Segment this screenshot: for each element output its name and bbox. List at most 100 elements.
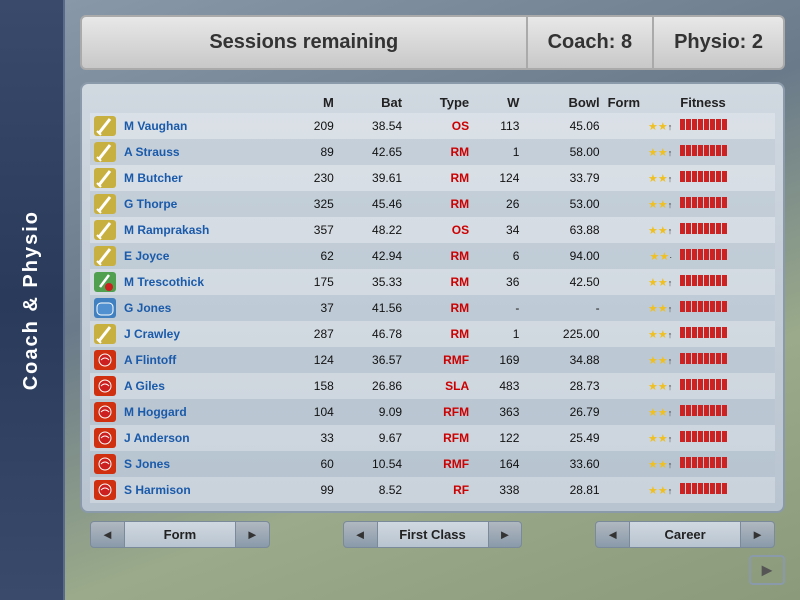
player-bat: 42.65 — [338, 139, 406, 165]
player-w: 113 — [473, 113, 523, 139]
player-type: RF — [406, 477, 473, 503]
player-w: 483 — [473, 373, 523, 399]
player-form: ★★· — [604, 243, 677, 269]
player-type: RMF — [406, 451, 473, 477]
player-fitness — [676, 477, 775, 503]
player-w: 338 — [473, 477, 523, 503]
player-type: RFM — [406, 399, 473, 425]
table-row[interactable]: M Ramprakash35748.22OS3463.88★★↑ — [90, 217, 775, 243]
table-row[interactable]: S Jones6010.54RMF16433.60★★↑ — [90, 451, 775, 477]
player-form: ★★↑ — [604, 425, 677, 451]
player-form: ★★↑ — [604, 269, 677, 295]
table-row[interactable]: A Flintoff12436.57RMF16934.88★★↑ — [90, 347, 775, 373]
table-row[interactable]: G Jones3741.56RM--★★↑ — [90, 295, 775, 321]
player-name: M Trescothick — [120, 269, 288, 295]
form-label: Form — [125, 521, 235, 548]
career-label: Career — [630, 521, 740, 548]
player-bat: 36.57 — [338, 347, 406, 373]
player-name: J Anderson — [120, 425, 288, 451]
player-type: RM — [406, 243, 473, 269]
player-m: 89 — [288, 139, 338, 165]
player-bowl: 33.79 — [523, 165, 603, 191]
player-type: RM — [406, 295, 473, 321]
player-w: 122 — [473, 425, 523, 451]
player-bowl: 58.00 — [523, 139, 603, 165]
table-row[interactable]: M Trescothick17535.33RM3642.50★★↑ — [90, 269, 775, 295]
col-w: W — [473, 92, 523, 113]
player-bowl: - — [523, 295, 603, 321]
next-arrow-button[interactable]: ► — [749, 555, 785, 585]
player-fitness — [676, 451, 775, 477]
career-prev-button[interactable]: ◄ — [595, 521, 630, 548]
first-class-prev-button[interactable]: ◄ — [343, 521, 378, 548]
table-row[interactable]: A Giles15826.86SLA48328.73★★↑ — [90, 373, 775, 399]
player-icon-cell — [90, 347, 120, 373]
table-row[interactable]: M Butcher23039.61RM12433.79★★↑ — [90, 165, 775, 191]
player-fitness — [676, 269, 775, 295]
player-fitness — [676, 217, 775, 243]
player-icon-cell — [90, 425, 120, 451]
player-fitness — [676, 191, 775, 217]
table-row[interactable]: M Vaughan20938.54OS11345.06★★↑ — [90, 113, 775, 139]
player-bat: 48.22 — [338, 217, 406, 243]
physio-sessions: Physio: 2 — [654, 15, 785, 70]
table-row[interactable]: E Joyce6242.94RM694.00★★· — [90, 243, 775, 269]
player-form: ★★↑ — [604, 399, 677, 425]
player-bowl: 42.50 — [523, 269, 603, 295]
table-row[interactable]: A Strauss8942.65RM158.00★★↑ — [90, 139, 775, 165]
player-bowl: 26.79 — [523, 399, 603, 425]
player-bat: 35.33 — [338, 269, 406, 295]
main-content: Sessions remaining Coach: 8 Physio: 2 M … — [65, 0, 800, 600]
player-bowl: 25.49 — [523, 425, 603, 451]
player-fitness — [676, 321, 775, 347]
form-next-button[interactable]: ► — [235, 521, 270, 548]
player-m: 325 — [288, 191, 338, 217]
player-name: J Crawley — [120, 321, 288, 347]
player-w: 124 — [473, 165, 523, 191]
player-m: 62 — [288, 243, 338, 269]
nav-form: ◄ Form ► — [90, 521, 270, 548]
player-fitness — [676, 399, 775, 425]
player-name: S Jones — [120, 451, 288, 477]
player-w: 169 — [473, 347, 523, 373]
table-row[interactable]: G Thorpe32545.46RM2653.00★★↑ — [90, 191, 775, 217]
player-icon-cell — [90, 139, 120, 165]
player-w: 1 — [473, 139, 523, 165]
sidebar-title: Coach & Physio — [20, 210, 43, 390]
player-bowl: 28.73 — [523, 373, 603, 399]
player-form: ★★↑ — [604, 451, 677, 477]
career-next-button[interactable]: ► — [740, 521, 775, 548]
nav-career: ◄ Career ► — [595, 521, 775, 548]
player-icon-cell — [90, 399, 120, 425]
player-table-body: M Vaughan20938.54OS11345.06★★↑A Strauss8… — [90, 113, 775, 503]
player-m: 209 — [288, 113, 338, 139]
player-m: 124 — [288, 347, 338, 373]
col-type: Type — [406, 92, 473, 113]
player-icon-cell — [90, 451, 120, 477]
player-table: M Bat Type W Bowl Form Fitness M Vaughan… — [90, 92, 775, 503]
player-icon-cell — [90, 373, 120, 399]
table-row[interactable]: S Harmison998.52RF33828.81★★↑ — [90, 477, 775, 503]
player-m: 60 — [288, 451, 338, 477]
table-row[interactable]: J Crawley28746.78RM1225.00★★↑ — [90, 321, 775, 347]
player-bat: 41.56 — [338, 295, 406, 321]
player-form: ★★↑ — [604, 165, 677, 191]
player-icon-cell — [90, 477, 120, 503]
player-fitness — [676, 425, 775, 451]
form-prev-button[interactable]: ◄ — [90, 521, 125, 548]
player-name: A Giles — [120, 373, 288, 399]
table-row[interactable]: J Anderson339.67RFM12225.49★★↑ — [90, 425, 775, 451]
player-form: ★★↑ — [604, 321, 677, 347]
player-icon-cell — [90, 321, 120, 347]
first-class-next-button[interactable]: ► — [488, 521, 523, 548]
player-form: ★★↑ — [604, 295, 677, 321]
player-fitness — [676, 347, 775, 373]
player-fitness — [676, 243, 775, 269]
player-icon-cell — [90, 295, 120, 321]
bottom-nav: ◄ Form ► ◄ First Class ► ◄ Career ► — [80, 521, 785, 548]
player-type: RM — [406, 321, 473, 347]
table-row[interactable]: M Hoggard1049.09RFM36326.79★★↑ — [90, 399, 775, 425]
player-m: 158 — [288, 373, 338, 399]
col-icon — [90, 92, 120, 113]
player-icon-cell — [90, 191, 120, 217]
